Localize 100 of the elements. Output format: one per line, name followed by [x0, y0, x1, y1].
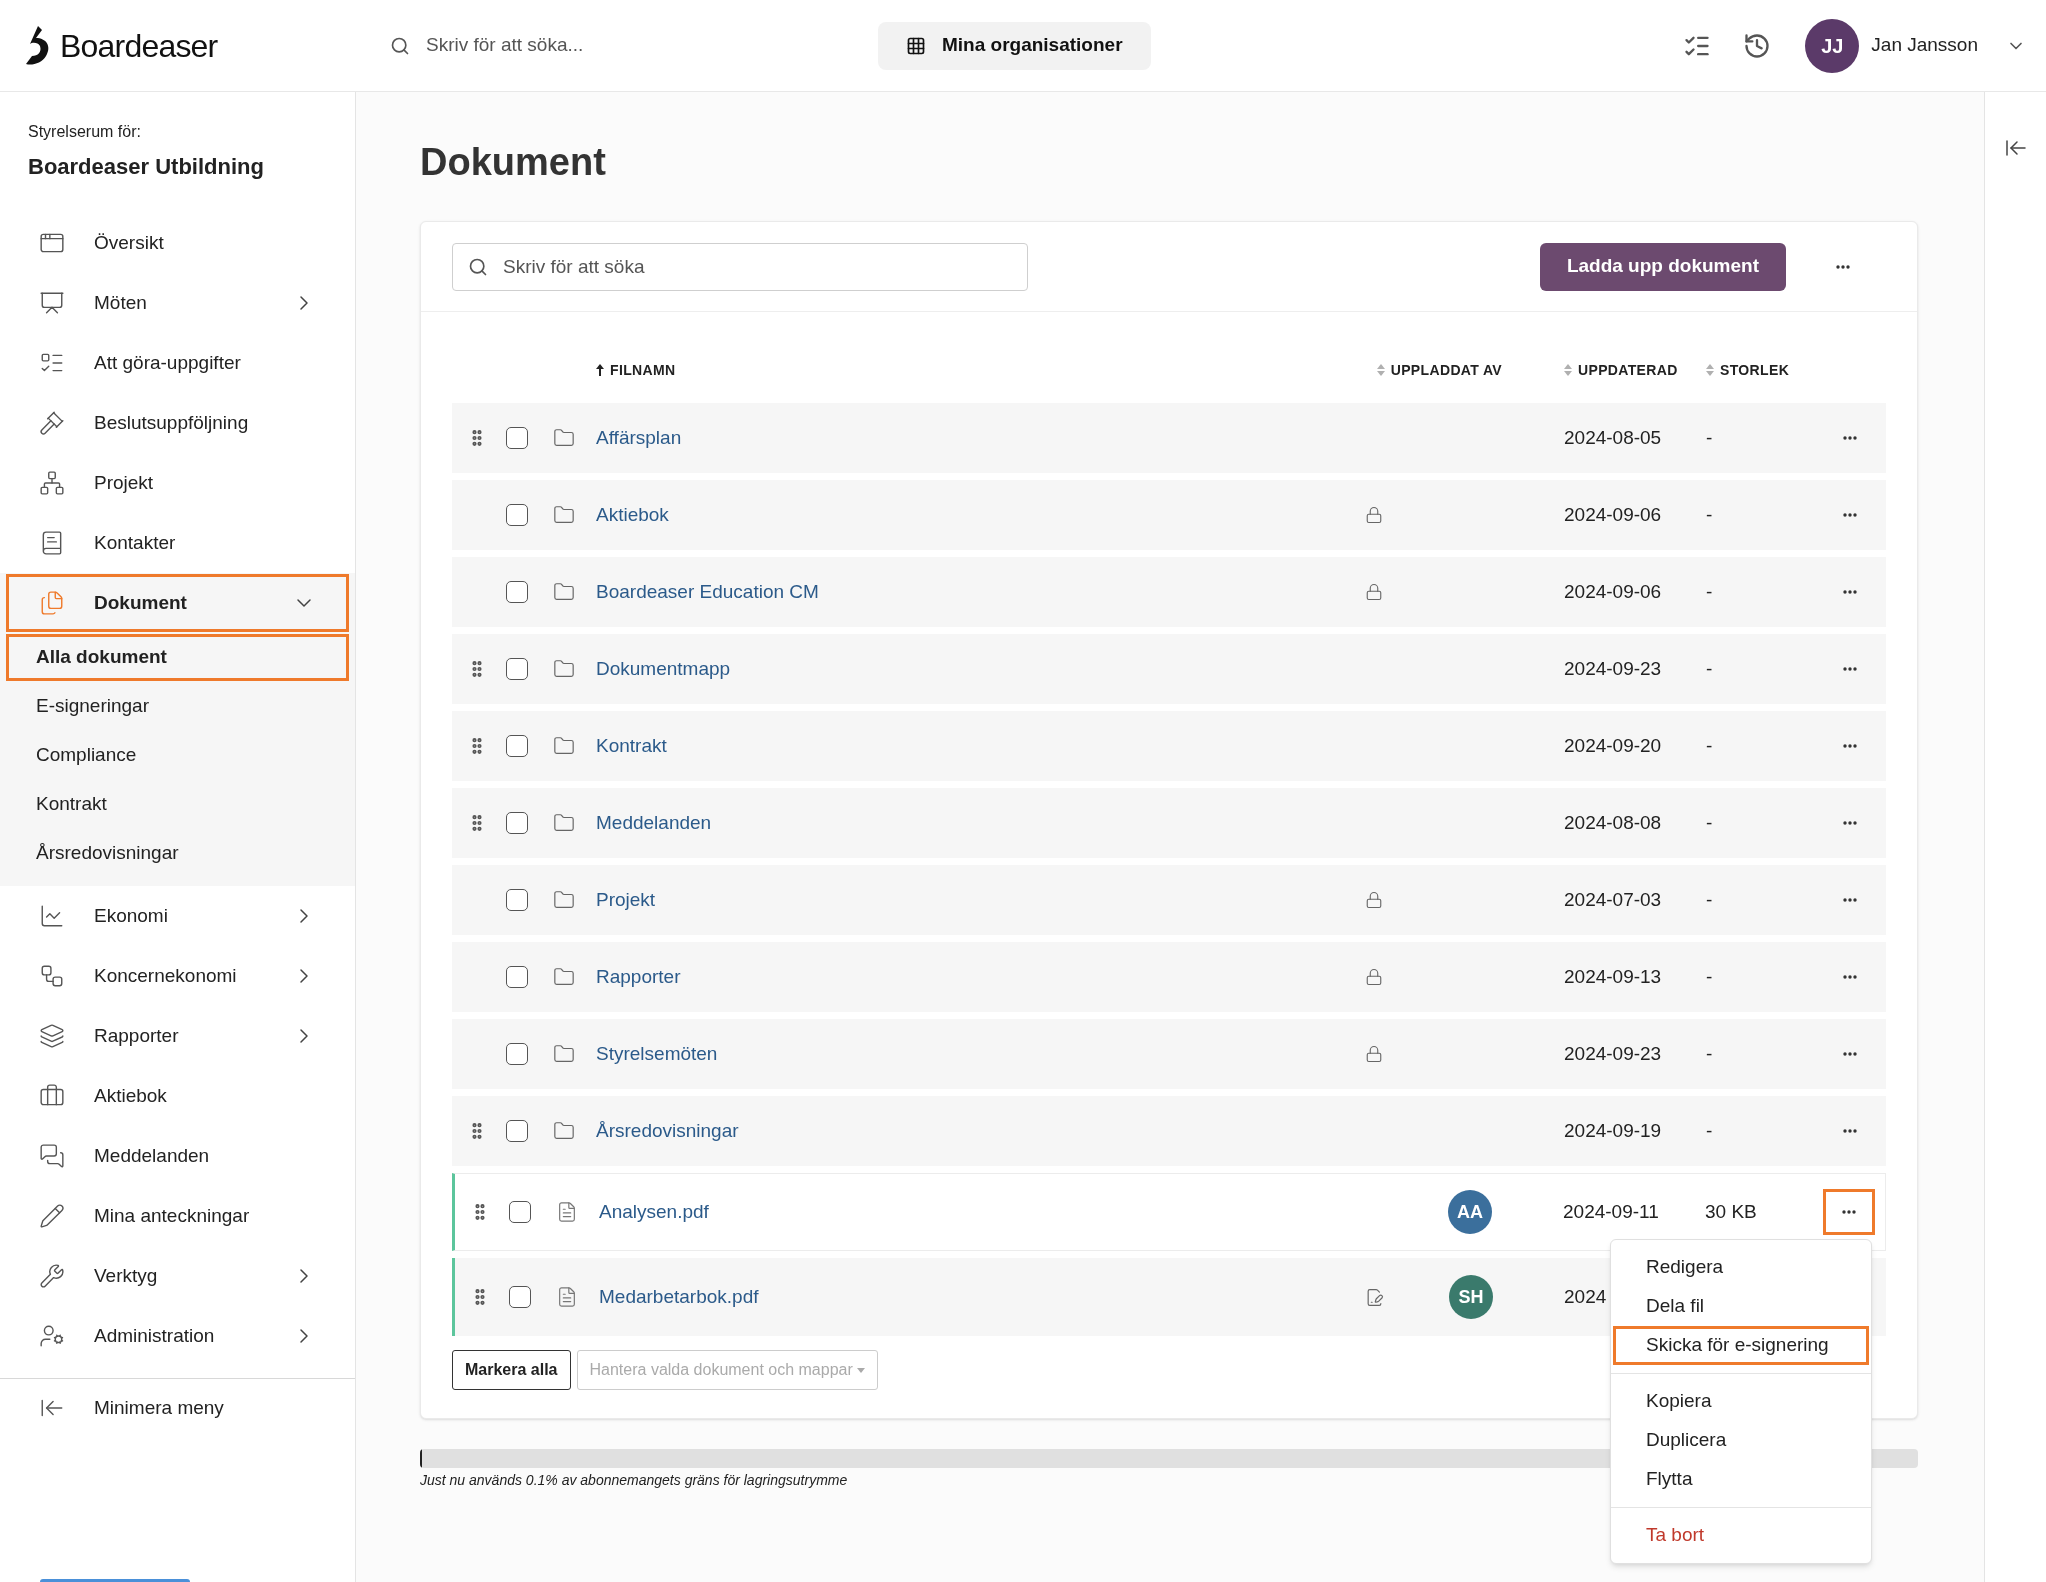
checkbox[interactable] [506, 966, 528, 988]
checkbox[interactable] [506, 658, 528, 680]
file-link[interactable]: Boardeaser Education CM [596, 580, 819, 602]
file-size: - [1706, 1119, 1713, 1141]
more-icon [1843, 975, 1857, 979]
nav-item[interactable]: Dokument [6, 574, 349, 632]
checkbox[interactable] [509, 1286, 531, 1308]
file-link[interactable]: Aktiebok [596, 503, 669, 525]
nav-icon [39, 1203, 65, 1229]
nav-subitem[interactable]: Årsredovisningar [6, 830, 349, 877]
menu-item[interactable]: Ta bort [1613, 1516, 1869, 1555]
file-link[interactable]: Affärsplan [596, 426, 682, 448]
collapse-menu-button[interactable]: Minimera meny [0, 1379, 355, 1437]
file-link[interactable]: Analysen.pdf [599, 1200, 709, 1222]
updated-date: 2024-09-11 [1563, 1200, 1659, 1222]
file-link[interactable]: Projekt [596, 888, 656, 910]
column-header[interactable]: STORLEK [1720, 359, 1790, 381]
nav-item[interactable]: Möten [6, 274, 349, 332]
nav-item[interactable]: Beslutsuppföljning [6, 394, 349, 452]
file-size: - [1706, 965, 1713, 987]
file-link[interactable]: Meddelanden [596, 811, 712, 833]
nav-item[interactable]: Mina anteckningar [6, 1187, 349, 1245]
file-link[interactable]: Kontrakt [596, 734, 667, 756]
column-header[interactable]: UPPLADDAT AV [1390, 359, 1502, 381]
document-row[interactable]: Boardeaser Education CM 2024-09-06 - [452, 557, 1886, 627]
checkbox[interactable] [506, 1120, 528, 1142]
menu-item[interactable]: Flytta [1613, 1460, 1869, 1499]
document-row[interactable]: Styrelsemöten 2024-09-23 - [452, 1019, 1886, 1089]
nav-icon [39, 903, 65, 929]
document-search-field[interactable]: Skriv för att söka [452, 242, 1028, 291]
more-icon [1843, 821, 1857, 825]
more-icon [1843, 436, 1857, 440]
nav-subitem[interactable]: Kontrakt [6, 781, 349, 828]
upload-button[interactable]: Ladda upp dokument [1539, 242, 1786, 291]
nav-item[interactable]: Kontakter [6, 514, 349, 572]
nav-item[interactable]: Koncernekonomi [6, 947, 349, 1005]
document-row[interactable]: Projekt 2024-07-03 - [452, 865, 1886, 935]
more-icon [1836, 264, 1850, 269]
file-size: - [1706, 426, 1713, 448]
folder-icon [553, 504, 575, 526]
checkbox[interactable] [506, 427, 528, 449]
folder-icon [553, 812, 575, 834]
pdf-file-icon [556, 1201, 578, 1223]
file-size: - [1706, 657, 1713, 679]
user-avatar[interactable]: JJ [1805, 18, 1860, 73]
nav-item[interactable]: Projekt [6, 454, 349, 512]
column-header[interactable]: UPPDATERAD [1578, 359, 1678, 381]
file-link[interactable]: Styrelsemöten [596, 1042, 718, 1064]
file-link[interactable]: Rapporter [596, 965, 681, 987]
file-link[interactable]: Årsredovisningar [596, 1119, 739, 1141]
nav-item[interactable]: Meddelanden [6, 1127, 349, 1185]
checkbox[interactable] [506, 812, 528, 834]
more-button[interactable] [1823, 1189, 1875, 1235]
updated-date: 2024-07-03 [1564, 888, 1662, 910]
nav-item[interactable]: Översikt [6, 214, 349, 272]
checkbox[interactable] [506, 735, 528, 757]
checkbox[interactable] [509, 1201, 531, 1223]
column-header[interactable]: FILNAMN [610, 359, 676, 381]
menu-item[interactable]: Kopiera [1613, 1382, 1869, 1421]
file-size: 30 KB [1705, 1200, 1757, 1222]
file-link[interactable]: Medarbetarbok.pdf [599, 1285, 759, 1307]
history-icon[interactable] [1743, 31, 1772, 60]
document-row[interactable]: Analysen.pdf AA 2024-09-11 30 KB [452, 1173, 1886, 1251]
organizations-button[interactable]: Mina organisationer [878, 21, 1151, 70]
menu-item[interactable]: Dela fil [1613, 1287, 1869, 1326]
document-row[interactable]: Aktiebok 2024-09-06 - [452, 480, 1886, 550]
nav-subitem[interactable]: Alla dokument [6, 634, 349, 681]
checkbox[interactable] [506, 581, 528, 603]
file-size: - [1706, 734, 1713, 756]
more-icon [1843, 898, 1857, 902]
updated-date: 2024-08-05 [1564, 426, 1662, 448]
room-caption: Styrelserum för: [28, 122, 142, 142]
document-row[interactable]: Affärsplan 2024-08-05 - [452, 403, 1886, 473]
nav-item[interactable]: Verktyg [6, 1247, 349, 1305]
checkbox[interactable] [506, 504, 528, 526]
file-link[interactable]: Dokumentmapp [596, 657, 731, 679]
nav-item[interactable]: Att göra-uppgifter [6, 334, 349, 392]
nav-icon [39, 290, 65, 316]
select-all-button[interactable]: Markera alla [452, 1350, 571, 1390]
folder-icon [553, 1120, 575, 1142]
nav-item[interactable]: Administration [6, 1307, 349, 1365]
nav-subitem[interactable]: E-signeringar [6, 683, 349, 730]
search-field[interactable]: Skriv för att söka... [426, 31, 806, 60]
nav-item[interactable]: Aktiebok [6, 1067, 349, 1125]
nav-item[interactable]: Ekonomi [6, 887, 349, 945]
nav-subitem[interactable]: Compliance [6, 732, 349, 779]
document-row[interactable]: Rapporter 2024-09-13 - [452, 942, 1886, 1012]
document-row[interactable]: Årsredovisningar 2024-09-19 - [452, 1096, 1886, 1166]
document-row[interactable]: Dokumentmapp 2024-09-23 - [452, 634, 1886, 704]
checkbox[interactable] [506, 1043, 528, 1065]
user-name[interactable]: Jan Jansson [1871, 31, 1978, 60]
checkbox[interactable] [506, 889, 528, 911]
updated-date: 2024-08-08 [1564, 811, 1662, 833]
folder-icon [553, 735, 575, 757]
nav-item[interactable]: Rapporter [6, 1007, 349, 1065]
document-row[interactable]: Meddelanden 2024-08-08 - [452, 788, 1886, 858]
menu-item[interactable]: Skicka för e-signering [1613, 1326, 1869, 1365]
file-size: - [1706, 503, 1713, 525]
menu-item[interactable]: Duplicera [1613, 1421, 1869, 1460]
document-row[interactable]: Kontrakt 2024-09-20 - [452, 711, 1886, 781]
